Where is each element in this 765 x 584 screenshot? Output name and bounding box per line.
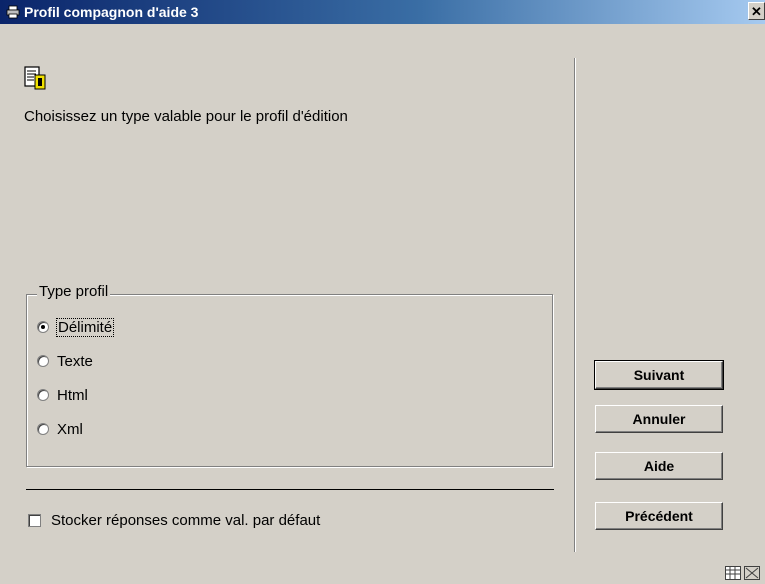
printer-icon: [6, 5, 20, 22]
radio-button-xml[interactable]: [37, 423, 49, 435]
radio-button-text[interactable]: [37, 355, 49, 367]
radio-label-html: Html: [57, 386, 88, 404]
radio-option-html[interactable]: Html: [37, 385, 88, 405]
radio-option-text[interactable]: Texte: [37, 351, 93, 371]
radio-option-delimited[interactable]: Délimité: [37, 317, 115, 337]
instruction-text: Choisissez un type valable pour le profi…: [24, 108, 348, 125]
profile-type-group: Type profil Délimité Texte Html Xml: [26, 283, 553, 467]
radio-label-text: Texte: [57, 352, 93, 370]
store-defaults-label: Stocker réponses comme val. par défaut: [51, 512, 321, 529]
horizontal-divider: [26, 489, 554, 490]
radio-button-html[interactable]: [37, 389, 49, 401]
window-title: Profil compagnon d'aide 3: [24, 4, 199, 20]
grid-icon[interactable]: [725, 566, 741, 584]
previous-button[interactable]: Précédent: [595, 502, 723, 530]
next-button[interactable]: Suivant: [594, 360, 724, 390]
store-defaults-checkbox[interactable]: [28, 514, 41, 527]
help-button[interactable]: Aide: [595, 452, 723, 480]
edit-document-icon: [24, 66, 46, 94]
resize-icon[interactable]: [744, 566, 760, 584]
cancel-button[interactable]: Annuler: [595, 405, 723, 433]
radio-button-delimited[interactable]: [37, 321, 49, 333]
vertical-separator: [574, 58, 576, 552]
radio-label-delimited: Délimité: [55, 317, 115, 337]
radio-option-xml[interactable]: Xml: [37, 419, 83, 439]
title-bar: Profil compagnon d'aide 3 ✕: [0, 0, 765, 24]
store-defaults-option[interactable]: Stocker réponses comme val. par défaut: [28, 512, 320, 529]
close-icon: ✕: [751, 4, 762, 19]
radio-label-xml: Xml: [57, 420, 83, 438]
status-icons: [725, 566, 760, 584]
close-button[interactable]: ✕: [748, 2, 765, 20]
profile-type-legend: Type profil: [37, 283, 111, 300]
